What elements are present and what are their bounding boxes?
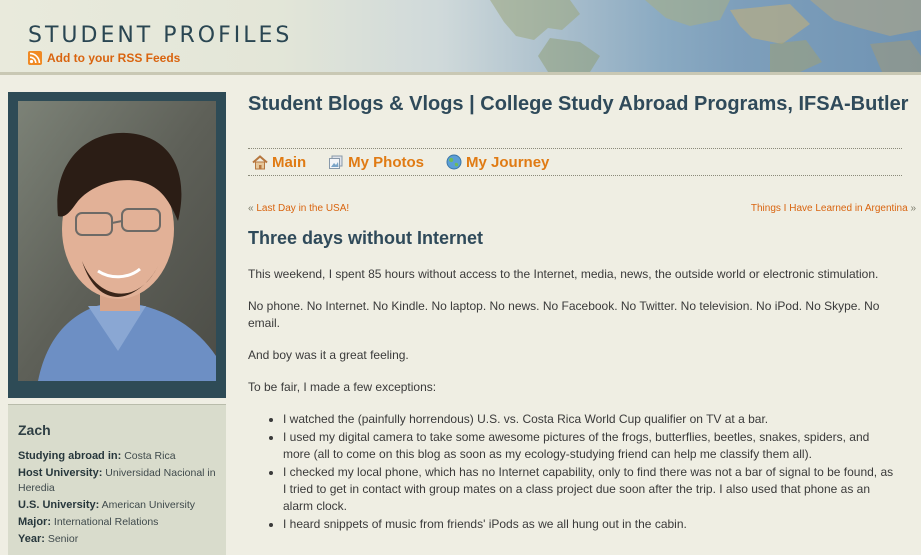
field-value: International Relations bbox=[53, 516, 159, 528]
previous-post: « Last Day in the USA! bbox=[248, 203, 349, 214]
profile-field-year: Year: Senior bbox=[18, 532, 218, 547]
nav-my-journey[interactable]: My Journey bbox=[446, 154, 549, 171]
list-item: I checked my local phone, which has no I… bbox=[283, 464, 898, 515]
site-title: STUDENT PROFILES bbox=[28, 23, 293, 48]
blog-nav: Main My Photos My Journey bbox=[248, 148, 902, 176]
world-map-decoration bbox=[490, 0, 921, 72]
rss-feed-link[interactable]: Add to your RSS Feeds bbox=[28, 51, 180, 65]
post-paragraph: This weekend, I spent 85 hours without a… bbox=[248, 267, 879, 281]
profile-fields: Studying abroad in: Costa Rica Host Univ… bbox=[18, 449, 218, 549]
field-value: Costa Rica bbox=[124, 450, 176, 462]
list-item: I heard snippets of music from friends' … bbox=[283, 516, 898, 533]
field-value: American University bbox=[101, 499, 196, 511]
student-portrait-image bbox=[18, 101, 216, 381]
field-label: U.S. University: bbox=[18, 499, 100, 511]
profile-field-host-university: Host University: Universidad Nacional in… bbox=[18, 466, 218, 496]
nav-main[interactable]: Main bbox=[252, 154, 306, 171]
profile-photo bbox=[18, 101, 216, 381]
list-item: I watched the (painfully horrendous) U.S… bbox=[283, 411, 898, 428]
previous-post-link[interactable]: Last Day in the USA! bbox=[256, 203, 349, 214]
rss-feed-label: Add to your RSS Feeds bbox=[47, 51, 181, 65]
post-title: Three days without Internet bbox=[248, 228, 484, 248]
post-paragraph: And boy was it a great feeling. bbox=[248, 348, 409, 362]
field-label: Major: bbox=[18, 516, 51, 528]
next-post: Things I Have Learned in Argentina » bbox=[751, 203, 916, 214]
post-body: This weekend, I spent 85 hours without a… bbox=[248, 266, 898, 534]
header-banner: STUDENT PROFILES Add to your RSS Feeds bbox=[0, 0, 921, 75]
nav-main-label: Main bbox=[272, 153, 307, 171]
profile-info-box: Zach Studying abroad in: Costa Rica Host… bbox=[8, 404, 226, 555]
home-icon bbox=[252, 154, 268, 169]
profile-name: Zach bbox=[18, 422, 51, 438]
photos-icon bbox=[329, 155, 343, 169]
field-label: Host University: bbox=[18, 467, 103, 479]
post-paragraph: No phone. No Internet. No Kindle. No lap… bbox=[248, 299, 880, 330]
field-label: Studying abroad in: bbox=[18, 450, 122, 462]
profile-field-major: Major: International Relations bbox=[18, 515, 218, 530]
nav-my-photos[interactable]: My Photos bbox=[328, 154, 424, 171]
post-exceptions-list: I watched the (painfully horrendous) U.S… bbox=[248, 411, 898, 533]
next-post-link[interactable]: Things I Have Learned in Argentina bbox=[751, 203, 908, 214]
previous-marker: « bbox=[248, 203, 254, 214]
rss-icon bbox=[28, 51, 42, 65]
nav-my-journey-label: My Journey bbox=[466, 153, 550, 171]
profile-field-us-university: U.S. University: American University bbox=[18, 498, 218, 513]
nav-my-photos-label: My Photos bbox=[348, 153, 425, 171]
post-paragraph: To be fair, I made a few exceptions: bbox=[248, 380, 437, 394]
globe-icon bbox=[446, 154, 462, 170]
blog-title: Student Blogs & Vlogs | College Study Ab… bbox=[248, 93, 909, 115]
next-marker: » bbox=[910, 203, 916, 214]
field-label: Year: bbox=[18, 533, 45, 545]
list-item: I used my digital camera to take some aw… bbox=[283, 429, 898, 463]
profile-photo-frame bbox=[8, 92, 226, 398]
field-value: Senior bbox=[47, 533, 79, 545]
profile-field-study-abroad: Studying abroad in: Costa Rica bbox=[18, 449, 218, 464]
